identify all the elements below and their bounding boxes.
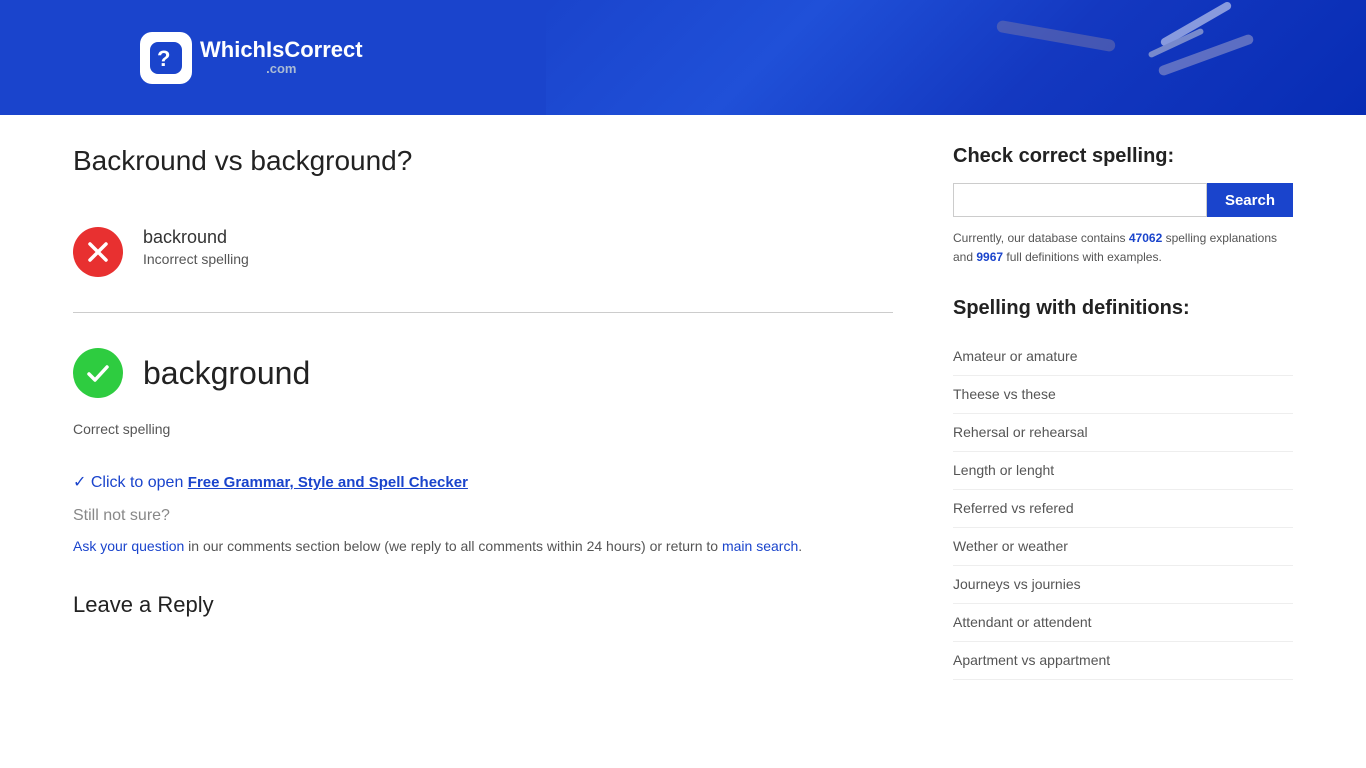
grammar-link-section: ✓ Click to open Free Grammar, Style and … (73, 472, 893, 492)
correct-label: Correct spelling (73, 421, 893, 437)
wrong-icon-circle (73, 227, 123, 277)
spelling-link-1[interactable]: Theese vs these (953, 386, 1056, 402)
correct-word: background (143, 355, 310, 392)
spelling-link-item: Referred vs refered (953, 490, 1293, 528)
search-button[interactable]: Search (1207, 183, 1293, 217)
main-container: Backround vs background? backround Incor… (33, 115, 1333, 710)
spelling-link-0[interactable]: Amateur or amature (953, 348, 1078, 364)
correct-spelling-block: background (73, 333, 893, 413)
spelling-link-4[interactable]: Referred vs refered (953, 500, 1074, 516)
spelling-link-item: Attendant or attendent (953, 604, 1293, 642)
spelling-link-6[interactable]: Journeys vs journies (953, 576, 1081, 592)
divider (73, 312, 893, 313)
spelling-defs-title: Spelling with definitions: (953, 297, 1293, 320)
incorrect-word: backround (143, 227, 249, 248)
spelling-link-item: Wether or weather (953, 528, 1293, 566)
db-info-prefix: Currently, our database contains (953, 231, 1129, 245)
spelling-link-3[interactable]: Length or lenght (953, 462, 1054, 478)
x-icon (84, 238, 112, 266)
ask-section: Ask your question in our comments sectio… (73, 535, 893, 557)
content-left: Backround vs background? backround Incor… (73, 145, 893, 680)
db-count2: 9967 (976, 250, 1003, 264)
header-decoration (766, 0, 1266, 115)
search-box: Search (953, 183, 1293, 217)
correct-icon-circle (73, 348, 123, 398)
logo[interactable]: ? WhichIsCorrect .com (140, 32, 363, 84)
spelling-links-list: Amateur or amature Theese vs these Rehersa… (953, 338, 1293, 680)
ask-text-suffix: in our comments section below (we reply … (184, 538, 722, 554)
spelling-link-item: Length or lenght (953, 452, 1293, 490)
db-count1: 47062 (1129, 231, 1162, 245)
spelling-link-2[interactable]: Rehersal or rehearsal (953, 424, 1088, 440)
page-title: Backround vs background? (73, 145, 893, 177)
incorrect-spelling-block: backround Incorrect spelling (73, 212, 893, 292)
spelling-link-7[interactable]: Attendant or attendent (953, 614, 1092, 630)
correct-spelling-info: background (143, 355, 310, 392)
search-input[interactable] (953, 183, 1207, 217)
incorrect-spelling-info: backround Incorrect spelling (143, 227, 249, 267)
leave-reply-heading: Leave a Reply (73, 592, 893, 618)
svg-text:?: ? (157, 46, 170, 71)
ask-question-link[interactable]: Ask your question (73, 538, 184, 554)
db-info: Currently, our database contains 47062 s… (953, 229, 1293, 267)
logo-icon: ? (140, 32, 192, 84)
spelling-link-item: Journeys vs journies (953, 566, 1293, 604)
db-info-suffix: full definitions with examples. (1003, 250, 1162, 264)
spelling-link-8[interactable]: Apartment vs appartment (953, 652, 1110, 668)
spelling-link-item: Theese vs these (953, 376, 1293, 414)
grammar-checker-link[interactable]: Free Grammar, Style and Spell Checker (188, 474, 468, 491)
sidebar: Check correct spelling: Search Currently… (953, 145, 1293, 680)
spelling-link-5[interactable]: Wether or weather (953, 538, 1068, 554)
still-not-sure-label: Still not sure? (73, 507, 893, 525)
spelling-link-item: Rehersal or rehearsal (953, 414, 1293, 452)
check-spelling-title: Check correct spelling: (953, 145, 1293, 168)
incorrect-label: Incorrect spelling (143, 251, 249, 267)
checkmark-icon (84, 359, 112, 387)
logo-text: WhichIsCorrect .com (200, 38, 363, 76)
site-header: ? WhichIsCorrect .com (0, 0, 1366, 115)
spelling-link-item: Amateur or amature (953, 338, 1293, 376)
main-search-suffix: . (798, 538, 802, 554)
spelling-link-item: Apartment vs appartment (953, 642, 1293, 680)
main-search-link[interactable]: main search (722, 538, 798, 554)
grammar-prefix: ✓ Click to open (73, 474, 188, 491)
